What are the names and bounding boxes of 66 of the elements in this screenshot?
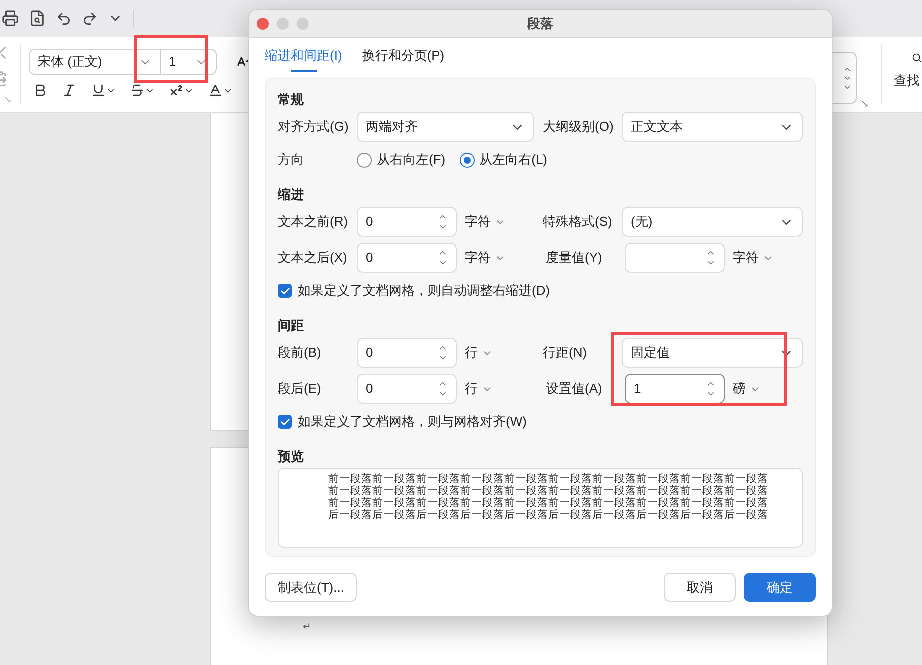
window-title: 段落: [528, 14, 554, 33]
print-preview-icon[interactable]: [29, 10, 46, 27]
unit-dropdown[interactable]: 字符: [465, 248, 506, 268]
unit-dropdown[interactable]: 字符: [465, 212, 506, 232]
field-label: 特殊格式(S): [543, 213, 614, 232]
field-label: 设置值(A): [546, 380, 604, 398]
field-label: 段后(E): [278, 380, 322, 398]
number-field[interactable]: 0: [357, 243, 457, 273]
number-field[interactable]: 1: [625, 374, 725, 404]
unit-dropdown[interactable]: 行: [465, 343, 493, 363]
field-label: 行距(N): [543, 344, 588, 362]
tab[interactable]: 缩进和间距(I): [265, 46, 342, 72]
close-button[interactable]: [257, 18, 269, 30]
checkbox-option[interactable]: 如果定义了文档网格，则与网格对齐(W): [278, 407, 803, 437]
preview-text: 前一段落前一段落前一段落前一段落前一段落前一段落前一段落前一段落前一段落前一段落: [328, 473, 768, 485]
section-heading: 预览: [278, 448, 305, 466]
strikethrough-icon[interactable]: [130, 83, 155, 98]
number-field[interactable]: [625, 243, 725, 273]
tabs-button[interactable]: 制表位(T)...: [265, 573, 358, 602]
dropdown[interactable]: 两端对齐: [357, 112, 534, 142]
section-heading: 缩进: [278, 186, 305, 204]
preview-text: 前一段落前一段落前一段落前一段落前一段落前一段落前一段落前一段落前一段落前一段落: [328, 485, 768, 497]
field-label: 度量值(Y): [546, 249, 604, 268]
checkbox-icon[interactable]: [278, 284, 292, 298]
number-field[interactable]: 0: [357, 207, 457, 237]
field-label: 对齐方式(G): [278, 118, 350, 136]
radio-option[interactable]: 从右向左(F): [357, 150, 446, 170]
field-label: 文本之后(X): [278, 249, 348, 268]
number-field[interactable]: 0: [357, 374, 457, 404]
section-heading: 常规: [278, 91, 305, 109]
number-field[interactable]: 0: [357, 338, 457, 368]
radio-icon[interactable]: [460, 152, 475, 168]
field-label: 方向: [278, 151, 305, 170]
undo-icon[interactable]: [56, 10, 72, 26]
font-name-field[interactable]: 宋体 (正文): [29, 49, 161, 75]
superscript-icon[interactable]: [169, 83, 194, 98]
print-icon[interactable]: [2, 10, 19, 27]
underline-icon[interactable]: [91, 83, 116, 98]
field-label: 大纲级别(O): [543, 118, 615, 136]
bold-icon[interactable]: [33, 83, 48, 98]
field-label: 文本之前(R): [278, 213, 350, 232]
preview-text: 后一段落后一段落后一段落后一段落后一段落后一段落后一段落后一段落后一段落后一段落: [328, 509, 768, 521]
unit-dropdown[interactable]: 字符: [733, 248, 774, 268]
radio-option[interactable]: 从左向右(L): [460, 150, 548, 170]
text-effects-icon[interactable]: [208, 83, 233, 98]
cancel-button[interactable]: 取消: [664, 573, 736, 602]
unit-dropdown[interactable]: 行: [465, 379, 493, 399]
preview-text: 前一段落前一段落前一段落前一段落前一段落前一段落前一段落前一段落前一段落前一段落: [328, 497, 768, 509]
redo-icon[interactable]: [82, 10, 98, 26]
unit-dropdown[interactable]: 磅: [733, 379, 761, 399]
italic-icon[interactable]: [62, 83, 77, 98]
field-label: 段前(B): [278, 344, 322, 362]
tab[interactable]: 换行和分页(P): [362, 46, 445, 72]
section-heading: 间距: [278, 317, 305, 335]
search-icon[interactable]: [912, 51, 922, 65]
dropdown[interactable]: 正文文本: [622, 112, 803, 142]
launcher-icon[interactable]: [861, 100, 869, 108]
find-button[interactable]: 查找: [894, 71, 922, 90]
confirm-button[interactable]: 确定: [744, 573, 816, 602]
dropdown[interactable]: (无): [622, 207, 803, 237]
checkbox-icon[interactable]: [278, 415, 292, 429]
radio-icon[interactable]: [357, 152, 372, 168]
font-size-field[interactable]: 1: [161, 49, 217, 75]
checkbox-option[interactable]: 如果定义了文档网格，则自动调整右缩进(D): [278, 276, 803, 306]
paragraph-mark: ↵: [303, 622, 311, 633]
dropdown[interactable]: 固定值: [622, 338, 803, 368]
